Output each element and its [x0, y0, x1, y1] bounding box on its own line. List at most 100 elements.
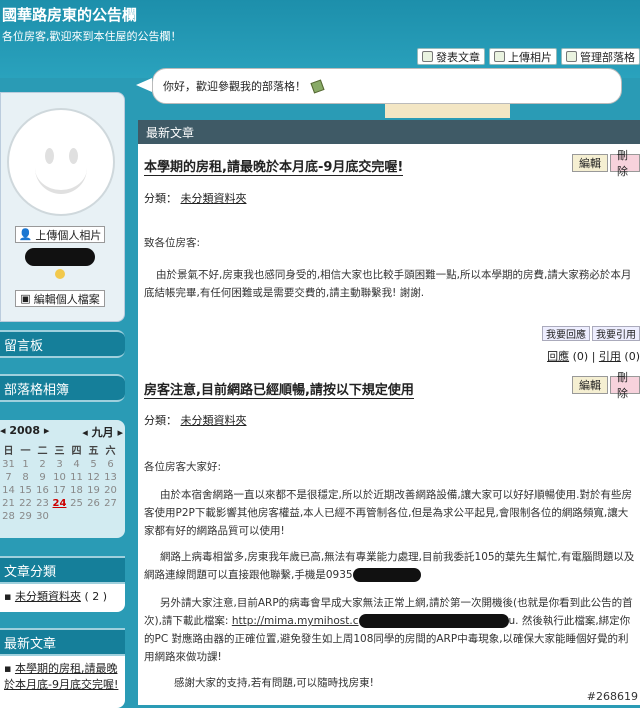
- calendar-day[interactable]: 23: [34, 498, 51, 509]
- post-paragraph: 感謝大家的支持,若有問題,可以隨時找房東!: [174, 677, 374, 689]
- calendar-day[interactable]: 11: [68, 472, 85, 483]
- calendar-month-nav[interactable]: ◂ 九月 ▸: [82, 424, 123, 440]
- calendar-day[interactable]: 25: [68, 498, 85, 509]
- edit-profile-label: 編輯個人檔案: [33, 292, 100, 306]
- post-article-button[interactable]: 發表文章: [417, 48, 485, 65]
- pencil-icon: [422, 51, 433, 62]
- person-icon: 👤: [18, 228, 33, 241]
- post-category: 分類： 未分類資料夾: [144, 190, 247, 206]
- calendar-day[interactable]: 29: [17, 511, 34, 522]
- category-item: ▪ 未分類資料夾 ( 2 ): [4, 590, 108, 603]
- blog-title[interactable]: 國華路房東的公告欄: [2, 4, 137, 25]
- calendar-day[interactable]: 21: [0, 498, 17, 509]
- quote-button[interactable]: 我要引用: [592, 326, 640, 341]
- reply-button[interactable]: 我要回應: [542, 326, 590, 341]
- next-year-icon: ▸: [43, 424, 50, 437]
- calendar-day[interactable]: 31: [0, 459, 17, 470]
- post-category-link[interactable]: 未分類資料夾: [181, 414, 247, 427]
- calendar-day[interactable]: 20: [102, 485, 119, 496]
- manage-blog-button[interactable]: 管理部落格: [561, 48, 640, 65]
- upload-photo-button[interactable]: 上傳相片: [489, 48, 557, 65]
- post-paragraph: 致各位房客:: [144, 237, 201, 249]
- post-counts: 回應 (0) | 引用 (0): [547, 348, 640, 364]
- trackback-link[interactable]: 引用: [599, 350, 621, 363]
- recent-post-item: ▪ 本學期的房租,請最晚於本月底-9月底交完喔!: [4, 662, 119, 691]
- comments-link[interactable]: 回應: [547, 350, 569, 363]
- calendar-day[interactable]: 6: [102, 459, 119, 470]
- guestbook-link[interactable]: 留言板: [0, 330, 125, 358]
- calendar-day[interactable]: 12: [85, 472, 102, 483]
- calendar-day[interactable]: 4: [68, 459, 85, 470]
- calendar-month: 九月: [91, 426, 114, 439]
- edit-post-button[interactable]: 編輯: [572, 376, 608, 394]
- post-paragraph: 網路上病毒相當多,房東我年歲已高,無法有專業能力處理,目前我委託105的葉先生幫…: [144, 548, 638, 584]
- calendar-day[interactable]: 26: [85, 498, 102, 509]
- category-link[interactable]: 未分類資料夾: [15, 590, 81, 603]
- edit-post-button[interactable]: 編輯: [572, 154, 608, 172]
- avatar: [7, 108, 115, 216]
- delete-post-button[interactable]: 刪除: [610, 371, 640, 400]
- categories-title: 文章分類: [0, 556, 125, 584]
- upload-profile-photo-label: 上傳個人相片: [35, 228, 102, 242]
- post-title[interactable]: 本學期的房租,請最晚於本月底-9月底交完喔!: [144, 156, 404, 176]
- calendar-day[interactable]: 8: [17, 472, 34, 483]
- greeting-bubble: 你好，歡迎參觀我的部落格！: [152, 68, 622, 104]
- calendar-day[interactable]: 22: [17, 498, 34, 509]
- edit-greeting-icon[interactable]: [310, 78, 325, 94]
- calendar-day[interactable]: 13: [102, 472, 119, 483]
- category-label: 分類：: [144, 414, 177, 427]
- separator: |: [591, 350, 596, 363]
- main-heading: 最新文章: [138, 120, 640, 144]
- calendar-day[interactable]: 2: [34, 459, 51, 470]
- calendar-day[interactable]: 17: [51, 485, 68, 496]
- delete-post-button[interactable]: 刪除: [610, 149, 640, 178]
- post-category-link[interactable]: 未分類資料夾: [181, 192, 247, 205]
- post-paragraph: 各位房客大家好:: [144, 461, 222, 473]
- calendar-day[interactable]: 9: [34, 472, 51, 483]
- calendar-day[interactable]: [85, 511, 102, 522]
- avatar-eye-left: [45, 148, 54, 164]
- calendar-year: 2008: [9, 424, 40, 437]
- recent-posts-title: 最新文章: [0, 628, 125, 656]
- calendar-day[interactable]: 3: [51, 459, 68, 470]
- calendar-day[interactable]: 19: [85, 485, 102, 496]
- upload-photo-label: 上傳相片: [508, 50, 552, 64]
- calendar-day[interactable]: [102, 511, 119, 522]
- header-banner: 國華路房東的公告欄 各位房客,歡迎來到本住屋的公告欄！ 發表文章 上傳相片 管理…: [0, 0, 640, 78]
- calendar-year-nav[interactable]: ◂ 2008 ▸: [0, 424, 49, 440]
- download-link[interactable]: http://mima.mymihost.c: [232, 615, 359, 627]
- profile-card-icon: ▣: [20, 292, 31, 305]
- calendar-day[interactable]: 7: [0, 472, 17, 483]
- upload-profile-photo-button[interactable]: 👤 上傳個人相片: [15, 226, 105, 243]
- post-title[interactable]: 房客注意,目前網路已經順暢,請按以下規定使用: [144, 379, 414, 399]
- greeting-text: 你好，歡迎參觀我的部落格！: [163, 80, 306, 93]
- calendar-day[interactable]: 27: [102, 498, 119, 509]
- recent-post-link[interactable]: 本學期的房租,請最晚於本月底-9月底交完喔!: [4, 662, 118, 691]
- calendar-dow: 五: [88, 446, 99, 457]
- prev-year-icon: ◂: [0, 424, 6, 437]
- calendar-day[interactable]: 16: [34, 485, 51, 496]
- profile-panel: 👤 上傳個人相片 ▣ 編輯個人檔案: [0, 92, 125, 322]
- calendar-day[interactable]: 10: [51, 472, 68, 483]
- calendar-day[interactable]: 24: [51, 498, 68, 509]
- calendar-dow: 三: [54, 446, 65, 457]
- calendar-day[interactable]: 28: [0, 511, 17, 522]
- album-link[interactable]: 部落格相簿: [0, 374, 125, 402]
- calendar-day[interactable]: [68, 511, 85, 522]
- calendar-header: ◂ 2008 ▸ ◂ 九月 ▸: [0, 420, 125, 442]
- calendar: ◂ 2008 ▸ ◂ 九月 ▸ 日一二三四五六 31 1 2 3 4 5 6 7 8 9 10 11 12…: [0, 420, 125, 538]
- edit-profile-button[interactable]: ▣ 編輯個人檔案: [15, 290, 105, 307]
- calendar-day[interactable]: [51, 511, 68, 522]
- calendar-day[interactable]: 1: [17, 459, 34, 470]
- calendar-day[interactable]: 14: [0, 485, 17, 496]
- post-article-label: 發表文章: [436, 50, 480, 64]
- calendar-grid: 日一二三四五六 31 1 2 3 4 5 6 7 8 9 10 11 12 13 14 15 16 17 18 19 20…: [0, 442, 125, 522]
- calendar-day[interactable]: 15: [17, 485, 34, 496]
- bubble-tail: [136, 78, 152, 92]
- calendar-day[interactable]: 18: [68, 485, 85, 496]
- calendar-day[interactable]: 5: [85, 459, 102, 470]
- user-status-icon: [55, 269, 65, 279]
- calendar-day[interactable]: 30: [34, 511, 51, 522]
- calendar-dow: 日: [3, 446, 14, 457]
- avatar-eye-right: [69, 148, 78, 164]
